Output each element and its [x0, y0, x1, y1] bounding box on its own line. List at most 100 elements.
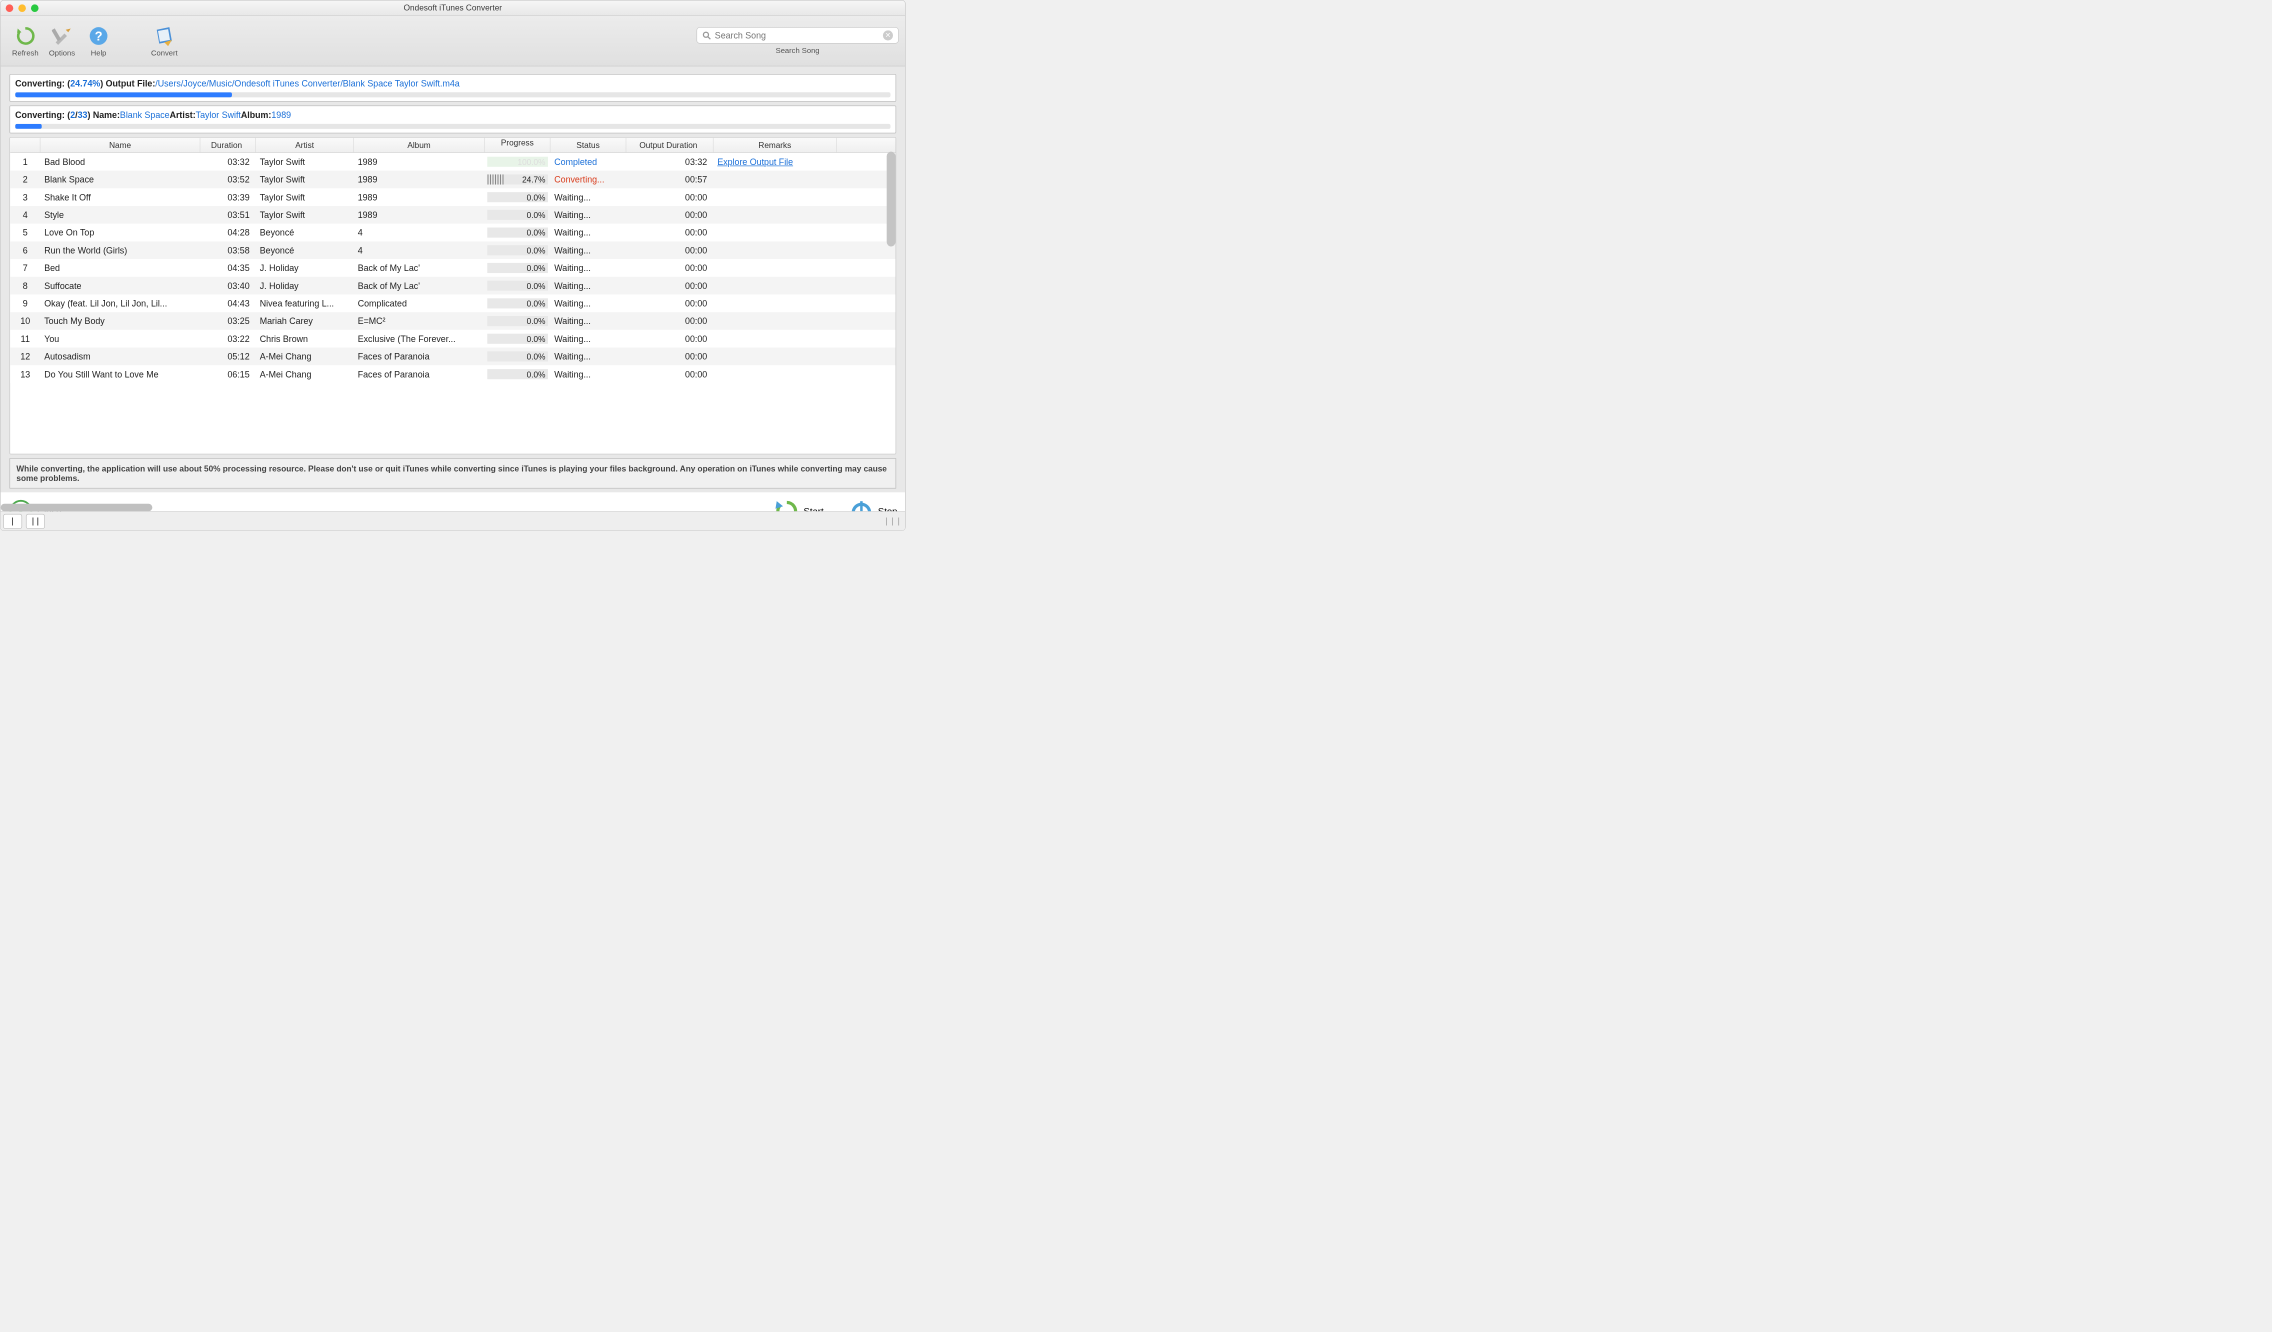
cell-remarks	[714, 196, 837, 199]
cell-status: Waiting...	[550, 244, 626, 257]
resize-grip-icon[interactable]: |||	[884, 516, 903, 525]
cell-album: 1989	[354, 155, 485, 168]
col-progress[interactable]: Progress	[485, 138, 551, 153]
cell-progress: 0.0%	[485, 367, 551, 381]
cell-album: Back of My Lac'	[354, 279, 485, 292]
table-row[interactable]: 5Love On Top04:28Beyoncé40.0%Waiting...0…	[10, 224, 895, 242]
notice-text: While converting, the application will u…	[9, 458, 896, 488]
cell-artist: Beyoncé	[256, 226, 354, 239]
cell-duration: 04:35	[200, 262, 256, 275]
explore-output-link[interactable]: Explore Output File	[717, 157, 793, 167]
cell-output-duration: 00:00	[626, 209, 713, 222]
col-name[interactable]: Name	[40, 138, 200, 153]
cell-remarks	[714, 214, 837, 217]
cell-album: 1989	[354, 191, 485, 204]
cell-duration: 03:25	[200, 315, 256, 328]
cell-index: 4	[10, 209, 40, 222]
cell-index: 11	[10, 332, 40, 345]
help-label: Help	[91, 48, 107, 57]
cell-progress: 0.0%	[485, 332, 551, 346]
cell-status: Waiting...	[550, 368, 626, 381]
table-row[interactable]: 10Touch My Body03:25Mariah CareyE=MC²0.0…	[10, 312, 895, 330]
col-artist[interactable]: Artist	[256, 138, 354, 153]
cell-name: Do You Still Want to Love Me	[40, 368, 200, 381]
clear-search-icon[interactable]: ✕	[883, 30, 893, 40]
col-output-duration[interactable]: Output Duration	[626, 138, 713, 153]
cell-artist: Beyoncé	[256, 244, 354, 257]
cell-index: 12	[10, 350, 40, 363]
table-row[interactable]: 3Shake It Off03:39Taylor Swift19890.0%Wa…	[10, 188, 895, 206]
options-button[interactable]: Options	[44, 19, 81, 63]
cell-duration: 03:52	[200, 173, 256, 186]
cell-output-duration: 00:00	[626, 226, 713, 239]
app-window: Ondesoft iTunes Converter Refresh Option…	[0, 0, 906, 531]
cell-duration: 03:58	[200, 244, 256, 257]
cell-remarks	[714, 320, 837, 323]
cell-duration: 03:39	[200, 191, 256, 204]
search-input[interactable]	[715, 30, 883, 40]
bottom-button-1[interactable]: |	[3, 514, 22, 529]
cell-name: Love On Top	[40, 226, 200, 239]
cell-output-duration: 00:00	[626, 332, 713, 345]
track-progress-bar	[15, 124, 890, 129]
vertical-scrollbar[interactable]	[887, 152, 896, 247]
col-album[interactable]: Album	[354, 138, 485, 153]
col-index[interactable]	[10, 138, 40, 153]
cell-progress: 0.0%	[485, 314, 551, 328]
content-area: Converting: ( 24.74% ) Output File: /Use…	[1, 66, 905, 492]
convert-button[interactable]: Convert	[142, 19, 186, 63]
table-row[interactable]: 11You03:22Chris BrownExclusive (The Fore…	[10, 330, 895, 348]
col-remarks[interactable]: Remarks	[714, 138, 837, 153]
horizontal-scrollbar[interactable]	[1, 504, 153, 512]
table-body[interactable]: 1Bad Blood03:32Taylor Swift1989100.0%Com…	[10, 153, 895, 454]
table-row[interactable]: 8Suffocate03:40J. HolidayBack of My Lac'…	[10, 277, 895, 295]
cell-name: Blank Space	[40, 173, 200, 186]
bottom-button-2[interactable]: ||	[26, 514, 45, 529]
table-row[interactable]: 7Bed04:35J. HolidayBack of My Lac'0.0%Wa…	[10, 259, 895, 277]
cell-index: 2	[10, 173, 40, 186]
cell-duration: 03:40	[200, 279, 256, 292]
cell-status: Converting...	[550, 173, 626, 186]
cell-duration: 06:15	[200, 368, 256, 381]
col-duration[interactable]: Duration	[200, 138, 256, 153]
cell-status: Waiting...	[550, 315, 626, 328]
cell-progress: 0.0%	[485, 296, 551, 310]
cell-remarks	[714, 284, 837, 287]
cell-artist: A-Mei Chang	[256, 368, 354, 381]
cell-remarks	[714, 178, 837, 181]
table-row[interactable]: 12Autosadism05:12A-Mei ChangFaces of Par…	[10, 348, 895, 366]
cell-artist: Taylor Swift	[256, 173, 354, 186]
cell-duration: 04:28	[200, 226, 256, 239]
table-row[interactable]: 4Style03:51Taylor Swift19890.0%Waiting..…	[10, 206, 895, 224]
cell-index: 13	[10, 368, 40, 381]
cell-album: 4	[354, 244, 485, 257]
cell-artist: Taylor Swift	[256, 209, 354, 222]
cell-output-duration: 00:00	[626, 315, 713, 328]
table-row[interactable]: 13Do You Still Want to Love Me06:15A-Mei…	[10, 365, 895, 383]
cell-progress: 24.7%	[485, 173, 551, 187]
cell-output-duration: 00:00	[626, 350, 713, 363]
toolbar: Refresh Options ? Help Convert	[1, 16, 905, 67]
cell-progress: 0.0%	[485, 243, 551, 257]
titlebar: Ondesoft iTunes Converter	[1, 1, 905, 16]
cell-name: You	[40, 332, 200, 345]
cell-name: Okay (feat. Lil Jon, Lil Jon, Lil...	[40, 297, 200, 310]
table-row[interactable]: 9Okay (feat. Lil Jon, Lil Jon, Lil...04:…	[10, 295, 895, 313]
search-wrap: ✕ Search Song	[696, 27, 898, 55]
overall-status-line: Converting: ( 24.74% ) Output File: /Use…	[15, 78, 890, 88]
cell-album: Back of My Lac'	[354, 262, 485, 275]
cell-output-duration: 00:00	[626, 297, 713, 310]
cell-index: 1	[10, 155, 40, 168]
cell-status: Waiting...	[550, 332, 626, 345]
refresh-button[interactable]: Refresh	[7, 19, 44, 63]
table-row[interactable]: 2Blank Space03:52Taylor Swift198924.7%Co…	[10, 171, 895, 189]
cell-output-duration: 00:00	[626, 262, 713, 275]
window-title: Ondesoft iTunes Converter	[1, 3, 905, 12]
col-status[interactable]: Status	[550, 138, 626, 153]
table-row[interactable]: 6Run the World (Girls)03:58Beyoncé40.0%W…	[10, 241, 895, 259]
cell-album: Faces of Paranoia	[354, 368, 485, 381]
cell-name: Bad Blood	[40, 155, 200, 168]
table-row[interactable]: 1Bad Blood03:32Taylor Swift1989100.0%Com…	[10, 153, 895, 171]
help-button[interactable]: ? Help	[80, 19, 117, 63]
search-box[interactable]: ✕	[696, 27, 898, 43]
